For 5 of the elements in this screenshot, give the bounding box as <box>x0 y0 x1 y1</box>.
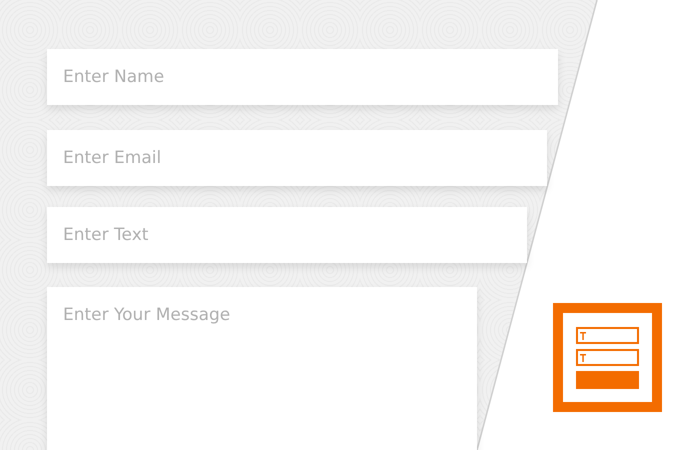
message-field[interactable]: Enter Your Message <box>47 287 477 450</box>
input-field[interactable]: Enter Text <box>47 207 527 263</box>
form-logo-icon <box>553 303 662 412</box>
input-field[interactable]: Enter Name <box>47 49 558 105</box>
input-field[interactable]: Enter Email <box>47 130 547 186</box>
